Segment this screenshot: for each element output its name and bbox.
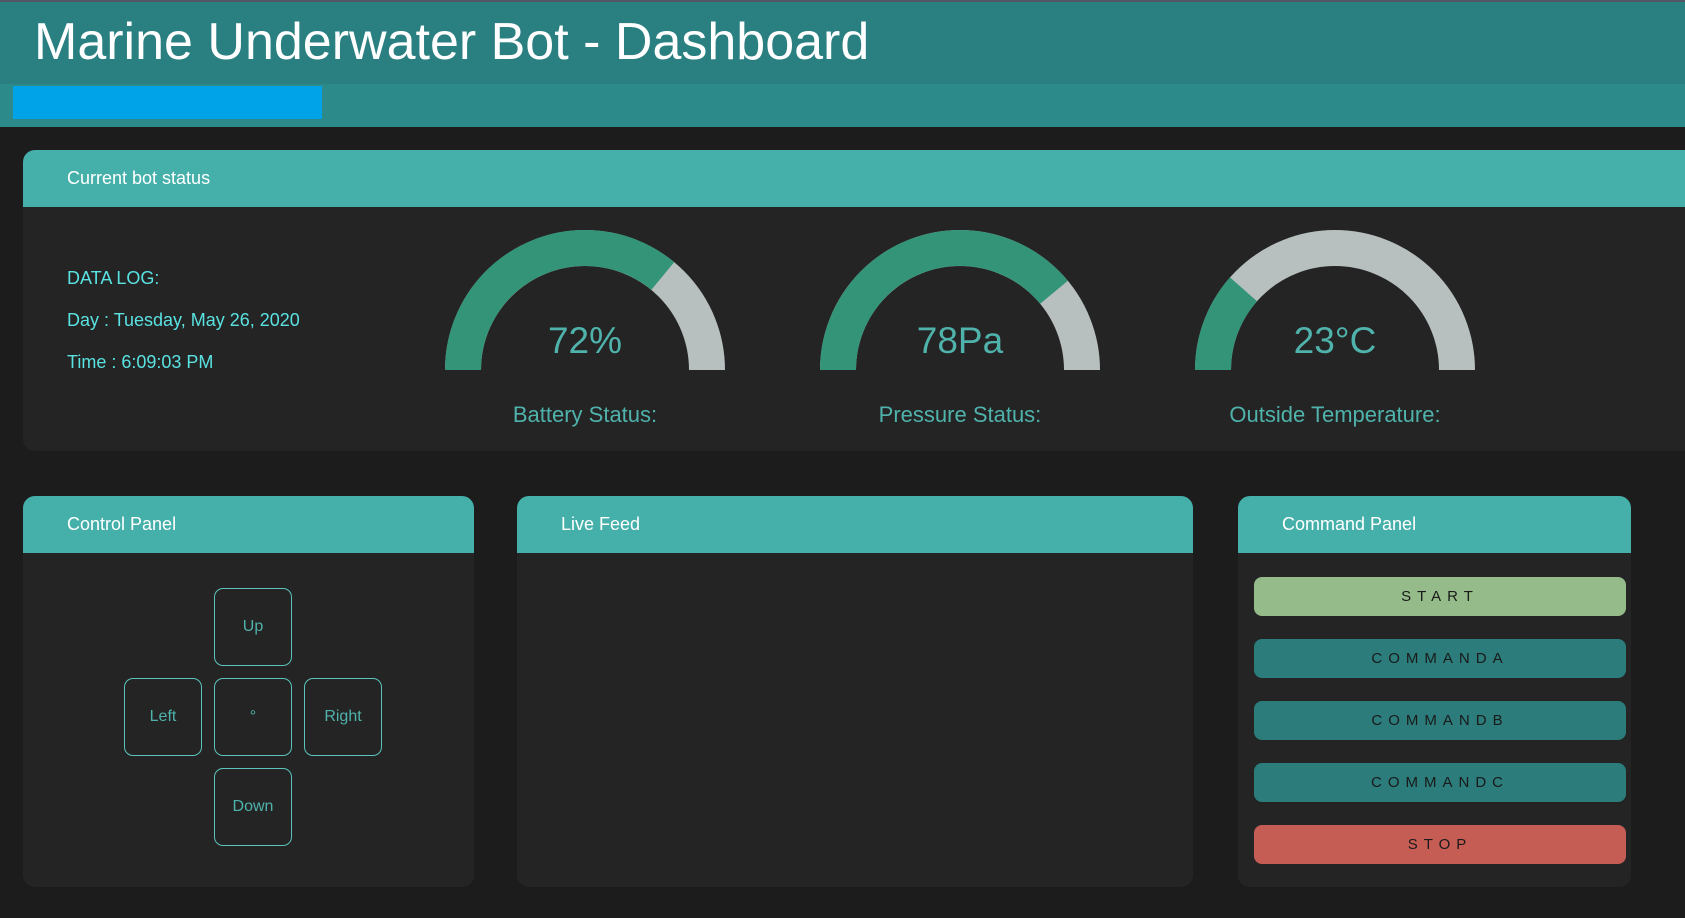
start-button[interactable]: START — [1254, 577, 1626, 616]
command-c-button[interactable]: COMMANDC — [1254, 763, 1626, 802]
data-log: DATA LOG: Day : Tuesday, May 26, 2020 Ti… — [67, 268, 300, 394]
right-button[interactable]: Right — [304, 678, 382, 756]
data-log-day: Day : Tuesday, May 26, 2020 — [67, 310, 300, 330]
command-a-button[interactable]: COMMANDA — [1254, 639, 1626, 678]
status-card-title: Current bot status — [23, 150, 1685, 207]
temperature-gauge-value: 23°C — [1293, 320, 1377, 361]
pressure-gauge-label: Pressure Status: — [878, 402, 1042, 427]
header-bar: Marine Underwater Bot - Dashboard — [0, 2, 1685, 84]
live-feed-panel: Live Feed — [517, 496, 1193, 887]
pressure-gauge-value: 78Pa — [916, 320, 1004, 361]
down-button[interactable]: Down — [214, 768, 292, 846]
stop-button[interactable]: STOP — [1254, 825, 1626, 864]
command-panel-title: Command Panel — [1238, 496, 1631, 553]
command-panel: Command Panel START COMMANDA COMMANDB CO… — [1238, 496, 1631, 887]
center-button[interactable]: ° — [214, 678, 292, 756]
status-card: Current bot status DATA LOG: Day : Tuesd… — [23, 150, 1685, 451]
battery-gauge-label: Battery Status: — [512, 402, 658, 427]
temperature-gauge-label: Outside Temperature: — [1229, 402, 1441, 427]
battery-gauge-value: 72% — [547, 320, 623, 361]
app-title: Marine Underwater Bot - Dashboard — [34, 13, 870, 71]
header-accent-bar — [13, 86, 322, 119]
left-button[interactable]: Left — [124, 678, 202, 756]
control-panel: Control Panel Up Left ° Right Down — [23, 496, 474, 887]
live-feed-title: Live Feed — [517, 496, 1193, 553]
temperature-gauge: 23°C Outside Temperature: — [1193, 230, 1493, 430]
data-log-time: Time : 6:09:03 PM — [67, 352, 214, 372]
header: Marine Underwater Bot - Dashboard — [0, 0, 1685, 127]
control-panel-title: Control Panel — [23, 496, 474, 553]
data-log-heading: DATA LOG: — [67, 268, 160, 288]
battery-gauge: 72% Battery Status: — [443, 230, 743, 430]
dashboard-page: Marine Underwater Bot - Dashboard Curren… — [0, 0, 1685, 918]
pressure-gauge: 78Pa Pressure Status: — [818, 230, 1118, 430]
command-b-button[interactable]: COMMANDB — [1254, 701, 1626, 740]
live-feed-viewport — [517, 553, 1193, 887]
up-button[interactable]: Up — [214, 588, 292, 666]
